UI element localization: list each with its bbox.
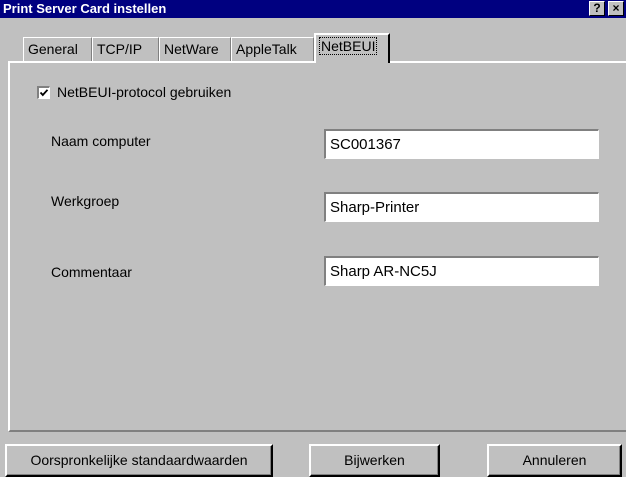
tab-netware-label: NetWare	[164, 41, 219, 57]
cancel-button[interactable]: Annuleren	[487, 444, 622, 477]
netbeui-enable-checkbox[interactable]	[37, 85, 50, 99]
window-title: Print Server Card instellen	[3, 1, 167, 16]
tab-panel-netbeui	[8, 61, 626, 432]
close-button[interactable]: ×	[608, 1, 624, 16]
dialog-window: Print Server Card instellen ? × General …	[0, 0, 626, 477]
title-bar[interactable]: Print Server Card instellen ? ×	[0, 0, 626, 18]
workgroup-label: Werkgroep	[51, 193, 120, 209]
restore-defaults-button[interactable]: Oorspronkelijke standaardwaarden	[5, 444, 273, 477]
tab-general[interactable]: General	[23, 37, 92, 62]
tab-general-label: General	[28, 41, 78, 57]
comment-label: Commentaar	[51, 264, 132, 280]
netbeui-enable-row[interactable]: NetBEUI-protocol gebruiken	[37, 82, 231, 102]
help-button[interactable]: ?	[589, 1, 605, 16]
workgroup-field[interactable]	[324, 192, 599, 222]
update-button[interactable]: Bijwerken	[309, 444, 440, 477]
comment-field[interactable]	[324, 256, 599, 286]
tab-appletalk[interactable]: AppleTalk	[231, 37, 314, 62]
computer-name-label: Naam computer	[51, 133, 151, 149]
tab-netbeui-label: NetBEUI	[318, 37, 378, 55]
tab-tcpip-label: TCP/IP	[97, 41, 143, 57]
checkmark-icon	[39, 88, 49, 96]
tab-netware[interactable]: NetWare	[159, 37, 231, 62]
netbeui-enable-label: NetBEUI-protocol gebruiken	[57, 84, 232, 100]
tab-tcpip[interactable]: TCP/IP	[92, 37, 159, 62]
tab-netbeui[interactable]: NetBEUI	[314, 33, 390, 63]
tab-appletalk-label: AppleTalk	[236, 41, 297, 57]
computer-name-field[interactable]	[324, 129, 599, 159]
